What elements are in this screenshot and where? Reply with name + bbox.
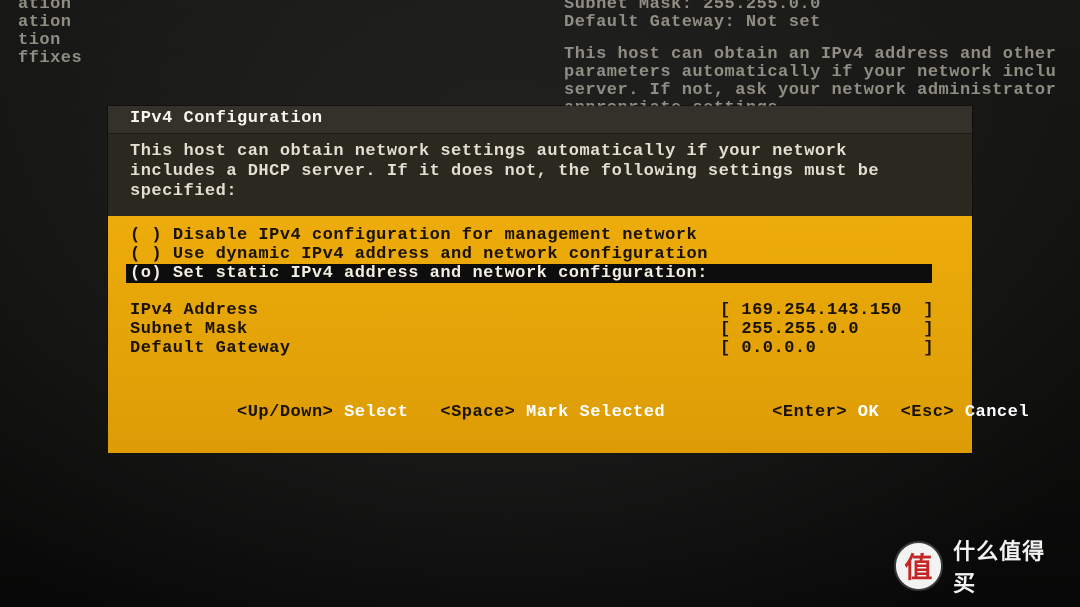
hint-space-key: <Space>	[440, 403, 515, 422]
field-label: IPv4 Address	[130, 301, 258, 320]
screen: ation ation tion ffixes Subnet Mask: 255…	[0, 0, 1080, 607]
hint-esc-key: <Esc>	[901, 403, 955, 422]
field-value-ipv4[interactable]: [ 169.254.143.150 ]	[720, 301, 950, 320]
field-ipv4-address: IPv4 Address [ 169.254.143.150 ]	[130, 301, 950, 320]
dialog-title: IPv4 Configuration	[130, 109, 323, 128]
field-label: Default Gateway	[130, 339, 291, 358]
bg-left-text: ation ation tion ffixes	[18, 0, 82, 68]
field-value-gateway[interactable]: [ 0.0.0.0 ]	[720, 339, 950, 358]
watermark-icon: 值	[896, 543, 941, 589]
bg-right-text-1: Subnet Mask: 255.255.0.0 Default Gateway…	[564, 0, 821, 32]
field-subnet-mask: Subnet Mask [ 255.255.0.0 ]	[130, 320, 950, 339]
hint-updown-label: Select	[344, 403, 408, 422]
hint-enter-key: <Enter>	[772, 403, 847, 422]
field-default-gateway: Default Gateway [ 0.0.0.0 ]	[130, 339, 950, 358]
option-dynamic-ipv4[interactable]: ( ) Use dynamic IPv4 address and network…	[130, 245, 950, 264]
hint-enter-label[interactable]: OK	[858, 403, 879, 422]
dialog-description: This host can obtain network settings au…	[108, 134, 972, 216]
field-label: Subnet Mask	[130, 320, 248, 339]
hint-bar: <Up/Down> Select <Space> Mark Selected <…	[130, 384, 950, 441]
hint-esc-label[interactable]: Cancel	[965, 403, 1029, 422]
watermark-text: 什么值得买	[953, 534, 1066, 598]
option-disable-ipv4[interactable]: ( ) Disable IPv4 configuration for manag…	[130, 226, 950, 245]
hint-updown-key: <Up/Down>	[237, 403, 333, 422]
hint-space-label: Mark Selected	[526, 403, 665, 422]
field-value-subnet[interactable]: [ 255.255.0.0 ]	[720, 320, 950, 339]
static-fields: IPv4 Address [ 169.254.143.150 ] Subnet …	[130, 301, 950, 358]
watermark: 值 什么值得买	[896, 539, 1066, 593]
dialog-body: ( ) Disable IPv4 configuration for manag…	[108, 216, 972, 453]
option-static-ipv4[interactable]: (o) Set static IPv4 address and network …	[130, 264, 950, 283]
ipv4-config-dialog: IPv4 Configuration This host can obtain …	[108, 106, 972, 422]
dialog-title-bar: IPv4 Configuration	[108, 106, 972, 134]
